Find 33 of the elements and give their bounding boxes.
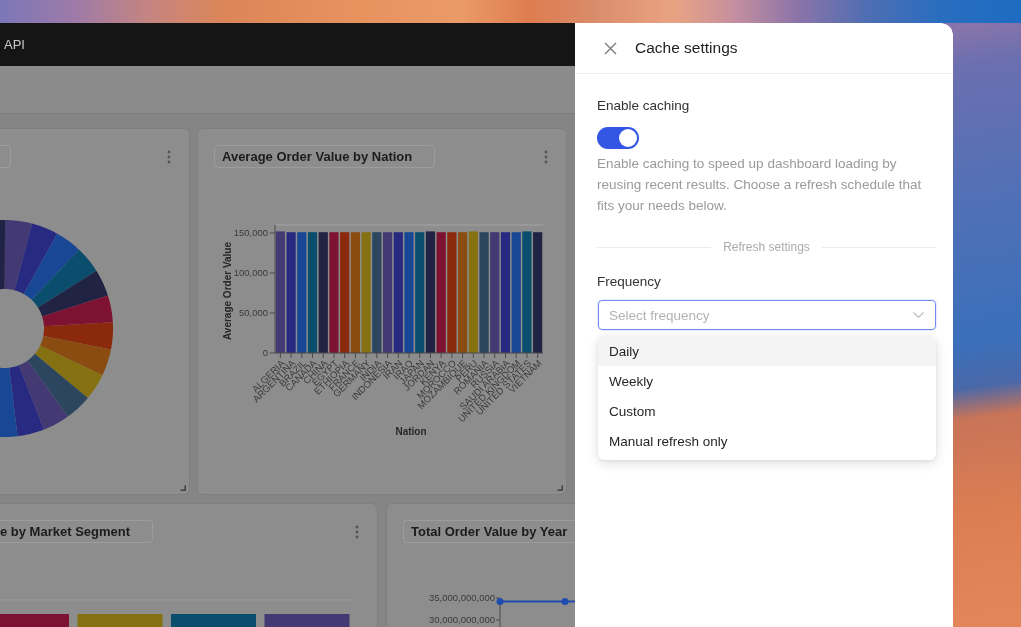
more-options-icon[interactable] xyxy=(544,149,548,164)
bar xyxy=(0,614,69,627)
y-axis-line xyxy=(495,597,501,627)
toggle-switch[interactable] xyxy=(597,127,639,149)
chart-title: Average Order Value by Nation xyxy=(214,145,436,168)
more-options-icon[interactable] xyxy=(355,524,359,539)
section-divider-label: Refresh settings xyxy=(723,240,810,254)
y-tick-label: 50,000 xyxy=(238,306,268,318)
nav-link[interactable]: API xyxy=(4,37,25,52)
data-point xyxy=(496,598,504,605)
more-options-icon[interactable] xyxy=(167,149,171,164)
menu-item[interactable]: Daily xyxy=(598,336,936,366)
resize-handle-icon[interactable] xyxy=(557,485,563,491)
menu-item[interactable]: Custom xyxy=(598,396,936,426)
y-tick-label: 35,000,000,000 xyxy=(428,591,495,603)
y-axis-title: Average Order Value xyxy=(222,242,233,340)
y-tick-label: 150,000 xyxy=(233,226,268,238)
description-text: Enable caching to speed up dashboard loading by reusing recent results. Choose a refresh schedule that fits your needs below. xyxy=(597,155,923,215)
drawer-title: Cache settings xyxy=(635,39,738,57)
data-point xyxy=(561,598,569,605)
field-label: Frequency xyxy=(597,273,661,291)
y-tick-label: 30,000,000,000 xyxy=(428,613,495,625)
menu-item[interactable]: Weekly xyxy=(598,366,936,396)
resize-handle-icon[interactable] xyxy=(180,485,186,491)
menu-item[interactable]: Manual refresh only xyxy=(598,426,936,456)
close-icon[interactable] xyxy=(604,41,617,55)
chart-title: Total Order Value by Year xyxy=(403,520,575,543)
y-tick-label: 100,000 xyxy=(233,266,268,278)
y-tick-label: 0 xyxy=(262,346,268,358)
field-label: Enable caching xyxy=(597,97,690,115)
chevron-down-icon xyxy=(913,312,924,318)
chart-title: e by Market Segment xyxy=(0,520,154,543)
x-axis-title: Nation xyxy=(395,426,427,437)
